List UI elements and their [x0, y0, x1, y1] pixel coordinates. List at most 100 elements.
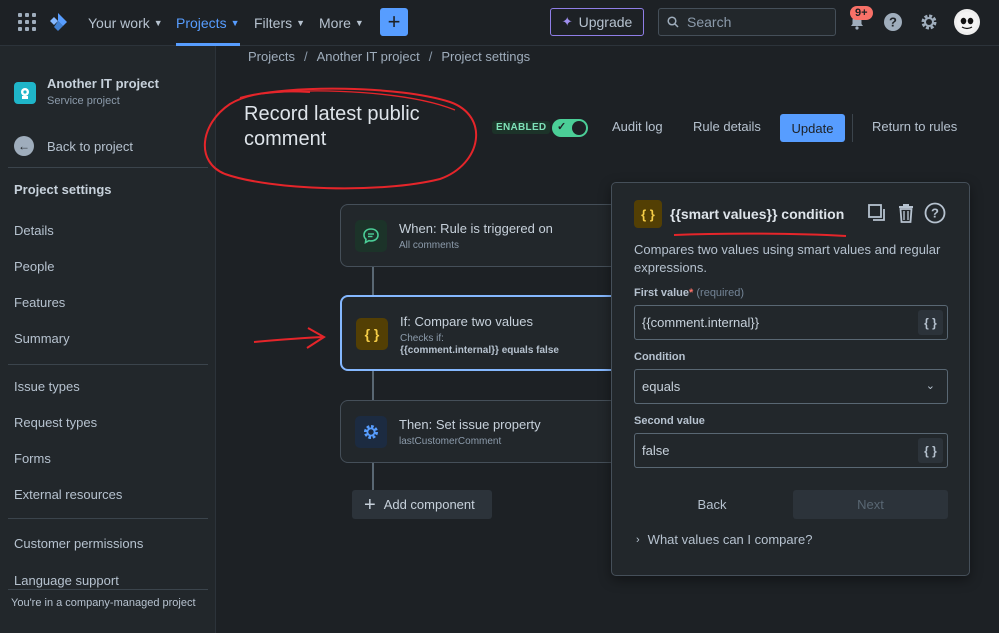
- return-to-rules-button[interactable]: Return to rules: [872, 119, 957, 134]
- svg-text:?: ?: [931, 206, 939, 221]
- add-component-button[interactable]: + Add component: [352, 490, 492, 519]
- project-type: Service project: [47, 95, 120, 107]
- nav-more[interactable]: More ▼: [319, 0, 364, 46]
- chevron-down-icon: ▼: [296, 18, 306, 28]
- duplicate-icon[interactable]: [866, 202, 888, 224]
- second-value-input[interactable]: [642, 443, 902, 458]
- trigger-component-card[interactable]: When: Rule is triggered on All comments: [340, 204, 640, 267]
- sidebar-item-people[interactable]: People: [14, 259, 54, 274]
- condition-detail: {{comment.internal}} equals false: [400, 345, 559, 356]
- nav-filters-label: Filters: [254, 15, 293, 31]
- component-config-panel: { } {{smart values}} condition ? Compare…: [611, 182, 970, 576]
- comment-icon: [355, 220, 387, 252]
- sidebar-item-issue-types[interactable]: Issue types: [14, 379, 80, 394]
- action-subtitle: lastCustomerComment: [399, 436, 502, 447]
- nav-filters[interactable]: Filters ▼: [254, 0, 305, 46]
- required-marker: *: [689, 287, 694, 299]
- first-value-label-text: First value: [634, 287, 690, 299]
- plus-icon: +: [364, 493, 376, 516]
- second-value-field[interactable]: { }: [634, 433, 948, 468]
- sidebar: Another IT project Service project ← Bac…: [0, 46, 216, 633]
- back-to-project-link[interactable]: ← Back to project: [14, 136, 133, 156]
- project-avatar-icon: [14, 82, 36, 104]
- back-button[interactable]: Back: [672, 490, 752, 518]
- breadcrumb-separator: /: [428, 49, 433, 64]
- back-to-project-label: Back to project: [47, 138, 133, 154]
- flow-connector: [372, 266, 374, 296]
- sidebar-item-request-types[interactable]: Request types: [14, 415, 97, 430]
- nav-projects[interactable]: Projects ▼: [176, 0, 240, 46]
- sidebar-item-summary[interactable]: Summary: [14, 331, 70, 346]
- condition-select[interactable]: equals ⌄: [634, 369, 948, 404]
- sidebar-divider: [8, 364, 208, 365]
- breadcrumb-projects[interactable]: Projects: [248, 49, 295, 64]
- upgrade-button[interactable]: ✦ Upgrade: [550, 8, 644, 36]
- arrow-left-icon: ←: [14, 136, 34, 156]
- help-icon[interactable]: ?: [882, 11, 904, 33]
- rule-status-badge: ENABLED: [492, 121, 551, 134]
- app-switcher-icon[interactable]: [18, 13, 36, 31]
- check-icon: ✓: [557, 121, 567, 133]
- nav-your-work[interactable]: Your work ▼: [88, 0, 163, 46]
- sparkle-icon: ✦: [561, 14, 573, 29]
- settings-gear-icon[interactable]: [918, 11, 940, 33]
- trigger-title: When: Rule is triggered on: [399, 221, 553, 236]
- header-divider: [852, 114, 853, 142]
- condition-select-value: equals: [642, 379, 681, 394]
- sidebar-item-language-support[interactable]: Language support: [14, 573, 119, 588]
- sidebar-item-details[interactable]: Details: [14, 223, 54, 238]
- skull-avatar-icon: [957, 12, 977, 32]
- add-component-label: Add component: [383, 497, 475, 512]
- condition-label: Condition: [634, 351, 686, 363]
- first-value-field[interactable]: { }: [634, 305, 948, 340]
- action-title: Then: Set issue property: [399, 417, 541, 432]
- chevron-down-icon: ▼: [153, 18, 163, 28]
- project-name: Another IT project: [47, 76, 159, 91]
- breadcrumb: Projects / Another IT project / Project …: [248, 49, 530, 64]
- sidebar-item-features[interactable]: Features: [14, 295, 65, 310]
- nav-more-label: More: [319, 15, 351, 31]
- breadcrumb-project[interactable]: Another IT project: [317, 49, 420, 64]
- chevron-down-icon: ▼: [230, 18, 240, 28]
- flow-connector: [372, 462, 374, 490]
- help-icon[interactable]: ?: [924, 202, 946, 224]
- rule-title: Record latest public comment: [244, 103, 420, 150]
- trash-icon[interactable]: [895, 202, 917, 224]
- sidebar-item-external-resources[interactable]: External resources: [14, 487, 122, 502]
- what-values-expander[interactable]: › What values can I compare?: [636, 532, 812, 547]
- upgrade-label: Upgrade: [578, 14, 633, 30]
- update-button[interactable]: Update: [780, 114, 845, 142]
- trigger-subtitle: All comments: [399, 240, 460, 251]
- search-box[interactable]: [658, 8, 836, 36]
- svg-text:?: ?: [889, 15, 897, 30]
- sidebar-divider: [8, 589, 208, 590]
- user-avatar[interactable]: [954, 9, 980, 35]
- sidebar-divider: [8, 518, 208, 519]
- search-input[interactable]: [687, 14, 827, 30]
- rule-details-button[interactable]: Rule details: [693, 119, 761, 134]
- sidebar-item-forms[interactable]: Forms: [14, 451, 51, 466]
- gear-icon: [355, 416, 387, 448]
- smart-values-braces-icon: { }: [634, 200, 662, 228]
- audit-log-button[interactable]: Audit log: [612, 119, 663, 134]
- top-navigation: Your work ▼ Projects ▼ Filters ▼ More ▼ …: [0, 0, 999, 46]
- next-button[interactable]: Next: [793, 490, 948, 519]
- sidebar-section-title: Project settings: [14, 182, 112, 197]
- breadcrumb-separator: /: [303, 49, 308, 64]
- toggle-knob: [572, 121, 586, 135]
- first-value-input[interactable]: [642, 315, 902, 330]
- breadcrumb-project-settings[interactable]: Project settings: [441, 49, 530, 64]
- nav-projects-label: Projects: [176, 15, 227, 31]
- condition-component-card[interactable]: { } If: Compare two values Checks if: {{…: [340, 295, 640, 371]
- flow-connector: [372, 370, 374, 401]
- smart-value-insert-button[interactable]: { }: [918, 310, 943, 335]
- jira-logo-icon[interactable]: [48, 12, 68, 34]
- create-button[interactable]: +: [380, 8, 408, 36]
- action-component-card[interactable]: Then: Set issue property lastCustomerCom…: [340, 400, 640, 463]
- sidebar-item-customer-permissions[interactable]: Customer permissions: [14, 536, 143, 551]
- red-arrow-annotation: [253, 327, 326, 349]
- nav-your-work-label: Your work: [88, 15, 150, 31]
- rule-enabled-toggle[interactable]: ✓: [552, 119, 588, 137]
- smart-value-insert-button[interactable]: { }: [918, 438, 943, 463]
- chevron-down-icon: ▼: [354, 18, 364, 28]
